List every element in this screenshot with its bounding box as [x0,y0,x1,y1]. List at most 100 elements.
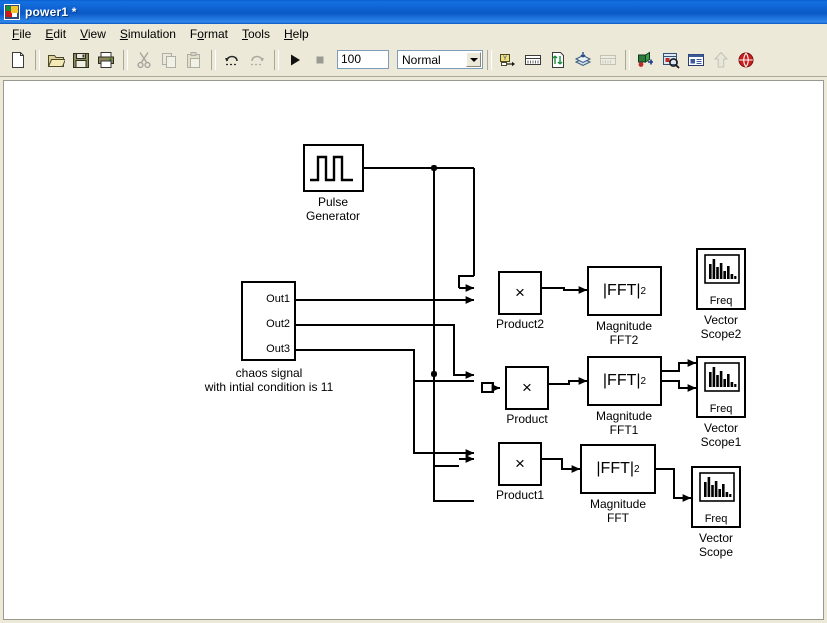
chevron-down-icon[interactable] [466,52,481,67]
block-label-chaos-subsystem: chaos signal with intial condition is 11 [149,366,389,394]
product1-symbol: × [515,454,525,473]
block-diagram: Pulse Generator Out1 Out2 Out3 chaos sig… [4,81,823,619]
product2-symbol: × [515,283,525,302]
help-simulink-icon[interactable] [734,48,758,72]
block-label-magnitude-fft: Magnitude FFT [568,497,668,525]
menu-tools[interactable]: Tools [235,26,277,42]
frequency-bars-icon [699,472,735,502]
block-product2[interactable]: × [498,271,542,315]
block-magnitude-fft[interactable]: |FFT| 2 [580,444,656,494]
menu-help-accel: H [283,26,293,41]
paste-icon[interactable] [182,48,206,72]
vector-scope2-label-line1: Vector [703,313,739,327]
copy-icon[interactable] [157,48,181,72]
toolbar-separator-2 [123,49,128,70]
block-vector-scope[interactable]: Freq [691,466,741,528]
magnitude-fft2-label-line2: FFT2 [609,333,639,347]
new-model-icon[interactable] [6,48,30,72]
menu-view[interactable]: View [73,26,113,42]
model-properties-icon[interactable] [684,48,708,72]
magnitude-fft1-label-line1: Magnitude [595,409,653,423]
find-icon[interactable] [659,48,683,72]
magnitude-fft2-label-line1: Magnitude [595,319,653,333]
block-label-product2: Product2 [495,317,545,331]
toggle-model-browser-icon[interactable] [596,48,620,72]
build-model-icon[interactable] [571,48,595,72]
stop-simulation-icon[interactable] [308,48,332,72]
magnitude-fft-label-line1: Magnitude [589,497,647,511]
magnitude-fft-text: |FFT| [596,460,635,477]
menu-bar: File Edit View Simulation Format Tools H… [0,24,827,43]
undo-icon[interactable] [220,48,244,72]
frequency-bars-icon [704,362,740,392]
menu-format-accel: o [197,26,204,41]
product-symbol: × [522,378,532,397]
unconnected-port-stub [481,382,494,393]
menu-view-accel: V [80,26,88,41]
block-product1[interactable]: × [498,442,542,486]
simulink-model-icon [4,4,20,20]
save-model-icon[interactable] [69,48,93,72]
vector-scope-inner-label: Freq [704,513,728,525]
block-magnitude-fft2[interactable]: |FFT| 2 [587,266,662,316]
menu-tools-rest: ools [247,26,270,41]
block-label-vector-scope: Vector Scope [666,531,766,559]
update-diagram-icon[interactable] [546,48,570,72]
toolbar-separator-3 [211,49,216,70]
magnitude-fft1-label-line2: FFT1 [609,423,639,437]
cut-icon[interactable] [132,48,156,72]
simulink-model-window: power1 * File Edit View Simulation Forma… [0,0,827,623]
open-model-icon[interactable] [44,48,68,72]
block-chaos-subsystem[interactable]: Out1 Out2 Out3 [241,281,296,361]
subsystem-port-out2: Out2 [266,318,290,330]
vector-scope-label-line1: Vector [698,531,734,545]
menu-view-rest: iew [87,26,106,41]
model-explorer-icon[interactable] [521,48,545,72]
library-browser-icon[interactable]: Y [496,48,520,72]
menu-edit-rest: dit [53,26,67,41]
block-label-product: Product [506,412,548,426]
vector-scope-label-line2: Scope [698,545,734,559]
block-pulse-generator[interactable] [303,144,364,192]
pulse-generator-label-line1: Pulse [317,195,349,209]
menu-edit[interactable]: Edit [38,26,73,42]
debug-model-icon[interactable] [634,48,658,72]
menu-format-rest: rmat [203,26,228,41]
stop-time-input[interactable]: 100 [337,50,389,69]
block-magnitude-fft1[interactable]: |FFT| 2 [587,356,662,406]
block-vector-scope2[interactable]: Freq [696,248,746,310]
magnitude-fft2-text: |FFT| [602,282,641,299]
menu-simulation-accel: S [119,26,128,41]
simulation-mode-select[interactable]: Normal [397,50,483,69]
menu-format[interactable]: Format [183,26,235,42]
block-product[interactable]: × [505,366,549,410]
block-label-magnitude-fft1: Magnitude FFT1 [574,409,674,437]
chaos-label-line1: chaos signal [235,366,303,380]
toolbar-separator-5 [487,49,492,70]
magnitude-fft-symbol: |FFT| 2 [582,446,654,492]
menu-help-rest: elp [292,26,309,41]
toolbar: 100 Normal Y [0,43,827,77]
vector-scope1-inner-label: Freq [709,403,733,415]
print-model-icon[interactable] [94,48,118,72]
toolbar-separator-6 [625,49,630,70]
redo-icon[interactable] [245,48,269,72]
vector-scope1-label-line2: Scope1 [700,435,742,449]
block-label-vector-scope2: Vector Scope2 [671,313,771,341]
block-label-product1: Product1 [495,488,545,502]
block-vector-scope1[interactable]: Freq [696,356,746,418]
menu-help[interactable]: Help [277,26,316,42]
model-canvas[interactable]: Pulse Generator Out1 Out2 Out3 chaos sig… [3,80,824,620]
start-simulation-icon[interactable] [283,48,307,72]
chaos-label-line2: with intial condition is 11 [204,380,334,394]
magnitude-fft-exponent: 2 [634,463,640,475]
vector-scope1-label-line1: Vector [703,421,739,435]
menu-file[interactable]: File [5,26,38,42]
menu-simulation[interactable]: Simulation [113,26,183,42]
go-to-parent-icon[interactable] [709,48,733,72]
window-title: power1 * [25,5,77,19]
block-label-pulse-generator: Pulse Generator [253,195,413,223]
magnitude-fft2-symbol: |FFT| 2 [589,268,660,314]
pulse-waveform-icon [310,155,353,182]
subsystem-port-out1: Out1 [266,293,290,305]
